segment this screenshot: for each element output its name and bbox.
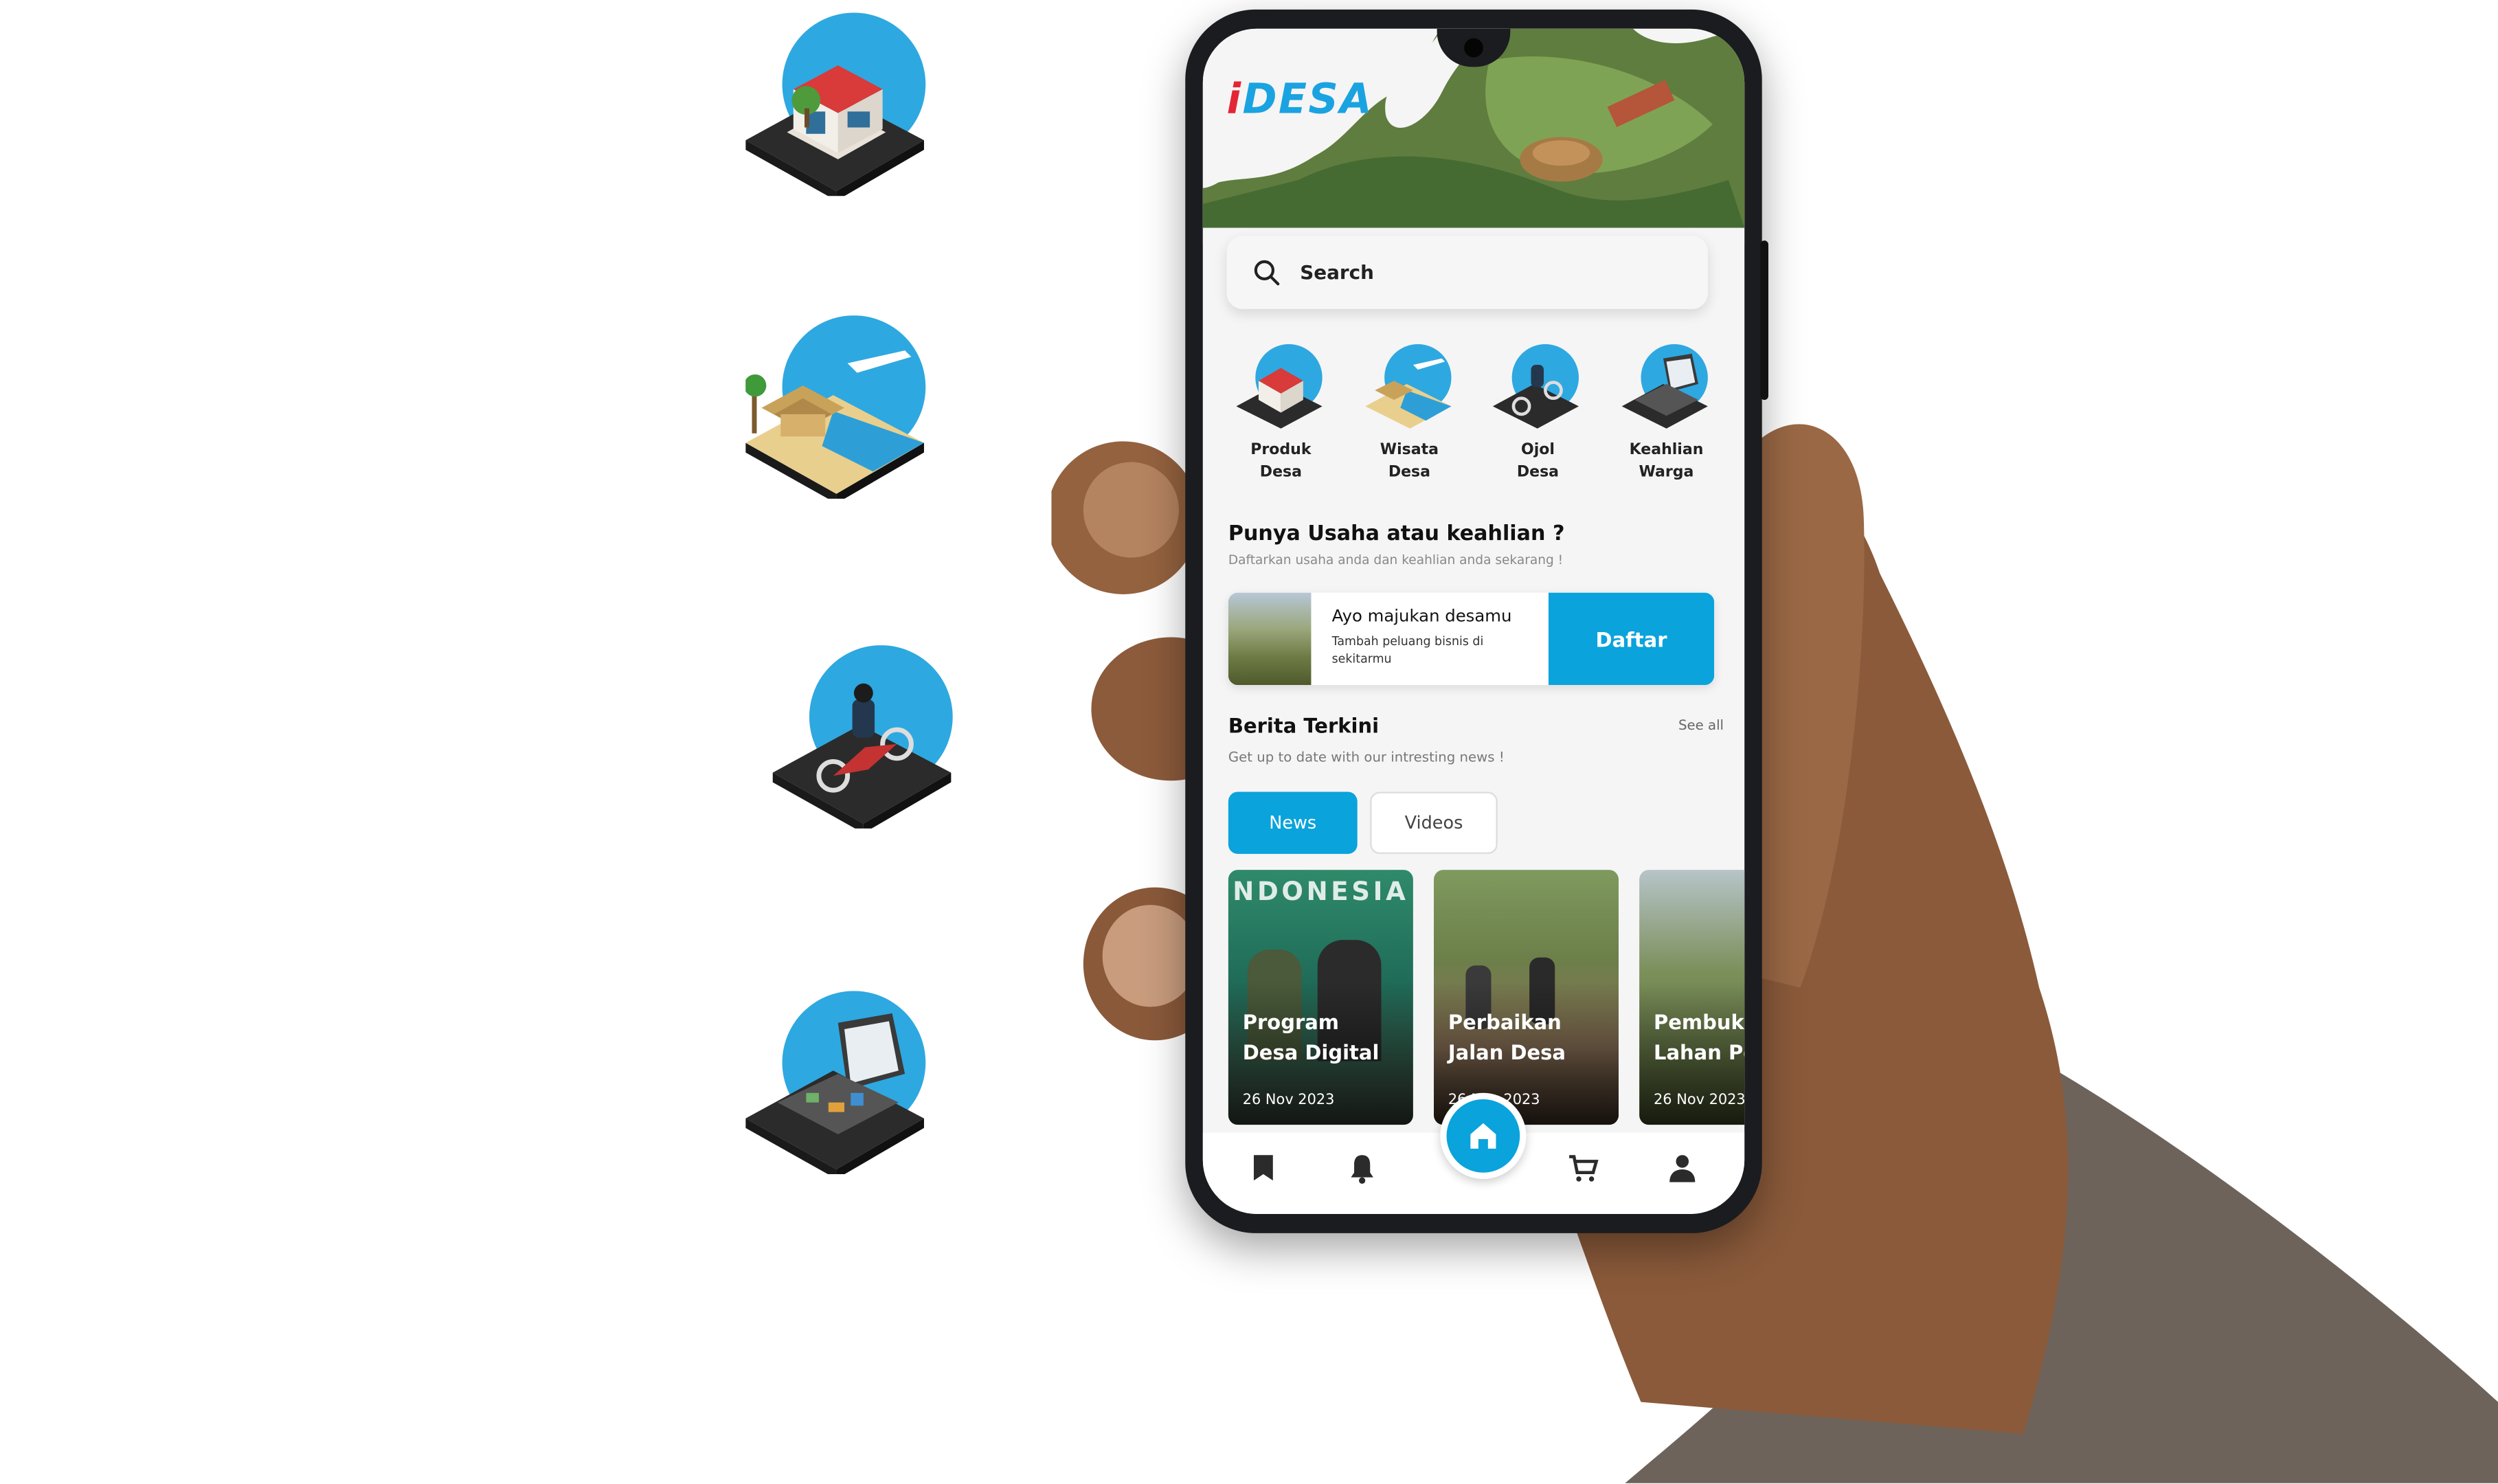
- motorbike-icon: [1490, 343, 1586, 432]
- news-card-title-line1: Program: [1242, 1010, 1340, 1034]
- search-placeholder: Search: [1300, 261, 1374, 284]
- app-screen: iDESA Search Produk Desa Wisata Desa Ojo…: [1202, 28, 1745, 1215]
- beach-resort-icon: [1362, 343, 1457, 432]
- category-label-line2: Desa: [1388, 463, 1431, 482]
- see-all-link[interactable]: See all: [1678, 719, 1724, 734]
- news-card-photo-text: NDONESIA: [1233, 876, 1409, 907]
- search-icon: [1254, 260, 1280, 286]
- news-card-title-line1: Pembuk: [1654, 1010, 1744, 1034]
- home-button[interactable]: [1440, 1092, 1527, 1179]
- news-card[interactable]: PerbaikanJalan Desa 26 Nov 2023: [1434, 870, 1619, 1125]
- category-label-line2: Desa: [1259, 463, 1303, 482]
- category-row: Produk Desa Wisata Desa Ojol Desa Keahli…: [1219, 343, 1729, 489]
- news-card-title-line2: Desa Digital: [1242, 1040, 1380, 1065]
- beach-resort-icon: [743, 315, 952, 522]
- phone-frame: iDESA Search Produk Desa Wisata Desa Ojo…: [1185, 9, 1768, 1233]
- bell-icon[interactable]: [1346, 1152, 1377, 1184]
- profile-icon[interactable]: [1667, 1152, 1698, 1184]
- tab-videos[interactable]: Videos: [1370, 791, 1498, 854]
- category-keahlian-warga[interactable]: Keahlian Warga: [1604, 343, 1729, 489]
- daftar-button[interactable]: Daftar: [1548, 592, 1715, 686]
- news-card-title-line1: Perbaikan: [1448, 1010, 1562, 1034]
- toolkit-laptop-icon: [1619, 343, 1714, 432]
- category-label-line2: Desa: [1516, 463, 1560, 482]
- shop-icon: [1233, 343, 1329, 432]
- news-card-title: Program Desa Digital: [1243, 1007, 1380, 1068]
- category-label-line1: Wisata: [1380, 441, 1439, 459]
- category-produk-desa[interactable]: Produk Desa: [1219, 343, 1343, 489]
- category-label-line1: Produk: [1250, 441, 1312, 459]
- news-section-subtitle: Get up to date with our intresting news …: [1228, 750, 1505, 767]
- news-section-title: Berita Terkini: [1228, 713, 1380, 738]
- bookmark-icon[interactable]: [1248, 1152, 1279, 1184]
- shop-icon: [745, 12, 952, 220]
- category-label-line2: Warga: [1639, 463, 1694, 482]
- village-thumbnail: [1228, 592, 1312, 686]
- news-card-title: Perbaikan Jalan Desa: [1448, 1007, 1566, 1068]
- news-card[interactable]: NDONESIA Program Desa Digital 26 Nov 2023: [1228, 870, 1413, 1125]
- promo-title: Punya Usaha atau keahlian ?: [1228, 522, 1565, 547]
- home-icon: [1470, 1123, 1496, 1149]
- news-card-date: 26 Nov 2023: [1654, 1092, 1745, 1109]
- category-label-line1: Keahlian: [1629, 441, 1704, 459]
- promo-card-text: Tambah peluang bisnis di sekitarmu: [1331, 633, 1484, 666]
- scene: iDESA Search Produk Desa Wisata Desa Ojo…: [0, 0, 2498, 1483]
- promo-card-title: Ayo majukan desamu: [1331, 607, 1512, 627]
- app-logo: iDESA: [1226, 76, 1374, 124]
- search-bar[interactable]: Search: [1226, 236, 1708, 309]
- motorbike-icon: [772, 645, 980, 852]
- category-ojol-desa[interactable]: Ojol Desa: [1476, 343, 1600, 489]
- category-label-line1: Ojol: [1520, 441, 1555, 459]
- news-card-title-line2: Jalan Desa: [1448, 1040, 1566, 1065]
- tab-news[interactable]: News: [1228, 791, 1358, 854]
- news-card[interactable]: Pembuk Lahan Pe 26 Nov 2023: [1639, 870, 1745, 1125]
- front-camera: [1464, 38, 1483, 58]
- cart-icon[interactable]: [1568, 1152, 1599, 1184]
- news-card-title: Pembuk Lahan Pe: [1654, 1007, 1744, 1068]
- news-card-title-line2: Lahan Pe: [1654, 1040, 1744, 1065]
- promo-subtitle: Daftarkan usaha anda dan keahlian anda s…: [1228, 552, 1564, 567]
- toolkit-laptop-icon: [745, 991, 952, 1198]
- category-wisata-desa[interactable]: Wisata Desa: [1347, 343, 1472, 489]
- news-card-date: 26 Nov 2023: [1242, 1092, 1335, 1109]
- phone-side-button: [1760, 240, 1768, 401]
- promo-card: Ayo majukan desamu Tambah peluang bisnis…: [1228, 592, 1715, 686]
